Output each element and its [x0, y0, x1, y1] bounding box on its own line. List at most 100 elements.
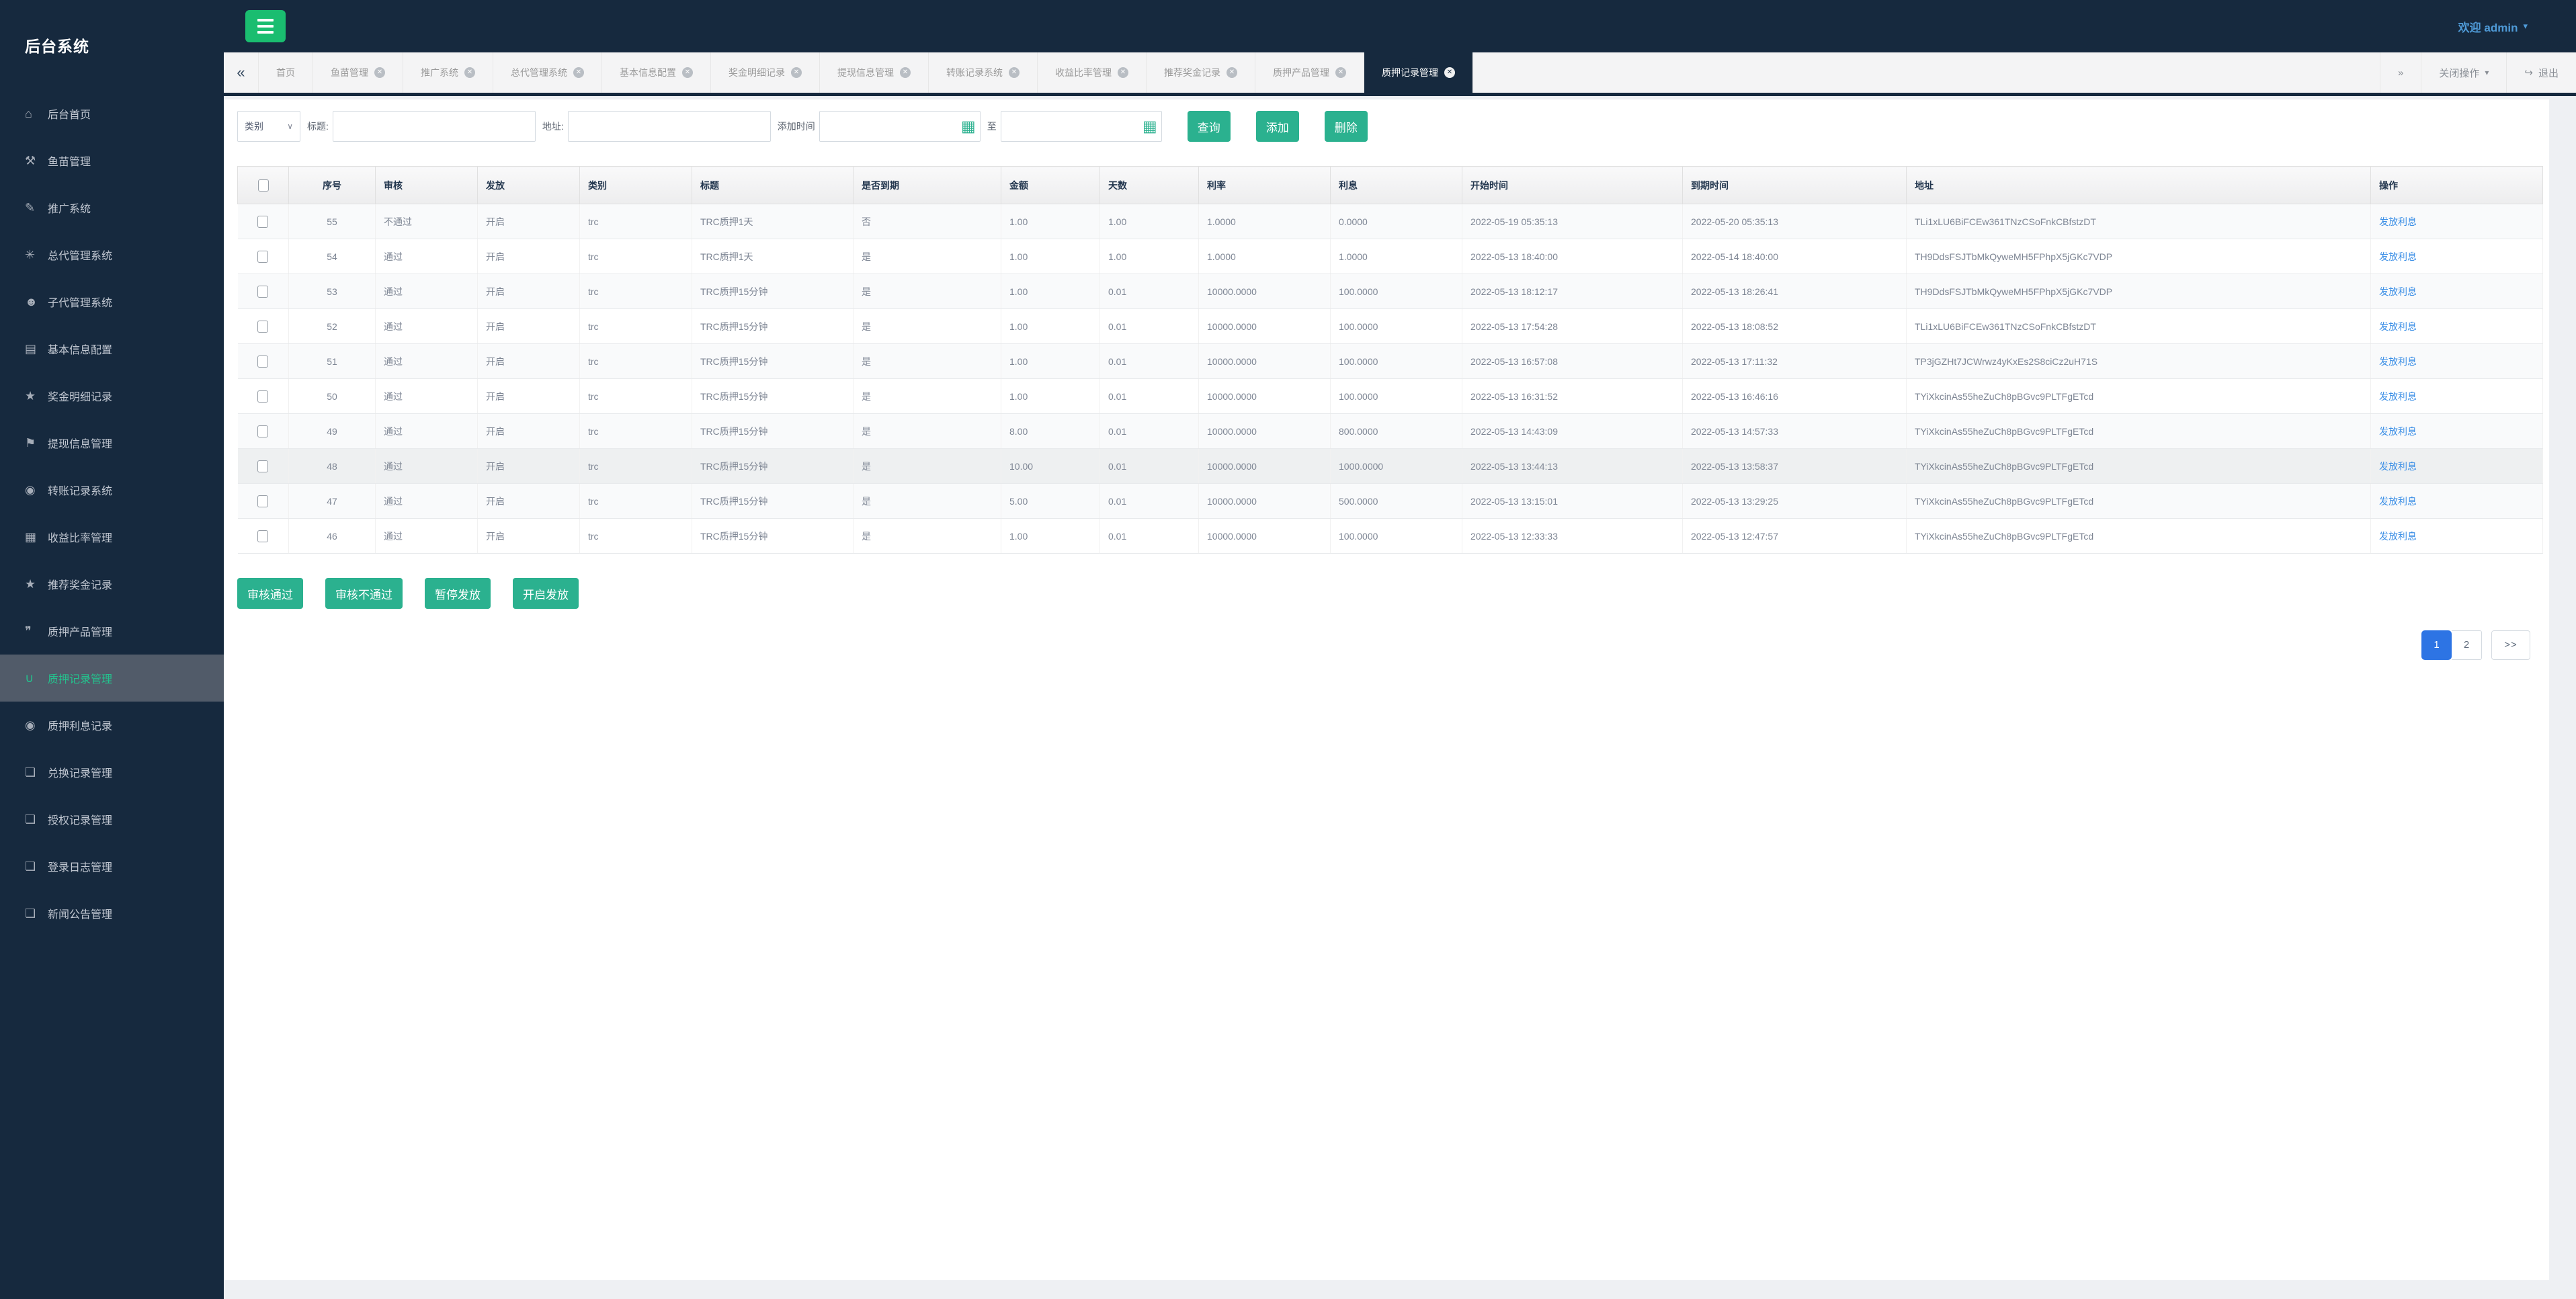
- close-operations-dropdown[interactable]: 关闭操作 ▾: [2421, 52, 2506, 93]
- add-button[interactable]: 添加: [1255, 111, 1299, 142]
- row-checkbox[interactable]: [257, 215, 269, 228]
- close-icon[interactable]: ✕: [1118, 67, 1128, 78]
- tabs-scroll-right-button[interactable]: »: [2380, 52, 2421, 93]
- address-filter-input[interactable]: [567, 111, 771, 142]
- cell: 通过: [375, 378, 478, 414]
- sidebar-item-15[interactable]: ❏ 授权记录管理: [0, 796, 224, 843]
- close-icon[interactable]: ✕: [900, 67, 911, 78]
- close-icon[interactable]: ✕: [1227, 67, 1237, 78]
- sidebar-item-13[interactable]: ◉ 质押利息记录: [0, 702, 224, 749]
- row-checkbox[interactable]: [257, 285, 269, 298]
- sidebar-item-14[interactable]: ❏ 兑换记录管理: [0, 749, 224, 796]
- grant-interest-link[interactable]: 发放利息: [2379, 216, 2417, 227]
- calendar-icon[interactable]: ▦: [961, 118, 976, 134]
- close-icon[interactable]: ✕: [464, 67, 475, 78]
- sidebar-item-3[interactable]: ✳ 总代管理系统: [0, 231, 224, 278]
- grant-interest-link[interactable]: 发放利息: [2379, 426, 2417, 437]
- sidebar-item-8[interactable]: ◉ 转账记录系统: [0, 466, 224, 513]
- page-button-2[interactable]: 2: [2452, 630, 2482, 660]
- cell: 1.00: [1001, 343, 1100, 379]
- row-checkbox[interactable]: [257, 460, 269, 472]
- category-select[interactable]: 类别 ∨: [237, 111, 300, 142]
- tab-7[interactable]: 转账记录系统 ✕: [929, 52, 1038, 93]
- logout-button[interactable]: ↪ 退出: [2506, 52, 2576, 93]
- cell: 2022-05-13 18:40:00: [1462, 239, 1683, 274]
- table-row: 47 通过 开启 trc TRC质押15分钟是 5.00 0.01 10000.0000 500…: [237, 483, 2543, 519]
- hamburger-menu-button[interactable]: [245, 10, 286, 42]
- close-icon[interactable]: ✕: [1009, 67, 1020, 78]
- tab-6[interactable]: 提现信息管理 ✕: [820, 52, 929, 93]
- date-to-input[interactable]: [1000, 111, 1162, 142]
- close-icon[interactable]: ✕: [374, 67, 385, 78]
- close-icon[interactable]: ✕: [682, 67, 693, 78]
- cell: TH9DdsFSJTbMkQyweMH5FPhpX5jGKc7VDP: [1906, 239, 2371, 274]
- sidebar-item-1[interactable]: ⚒ 鱼苗管理: [0, 137, 224, 184]
- cell: 50: [288, 378, 376, 414]
- sidebar-item-10[interactable]: ★ 推荐奖金记录: [0, 560, 224, 607]
- close-icon[interactable]: ✕: [573, 67, 584, 78]
- date-from-input[interactable]: [819, 111, 981, 142]
- sidebar-item-5[interactable]: ▤ 基本信息配置: [0, 325, 224, 372]
- grant-interest-link[interactable]: 发放利息: [2379, 321, 2417, 332]
- header-cell: 天数: [1099, 166, 1199, 204]
- close-icon[interactable]: ✕: [791, 67, 802, 78]
- row-checkbox[interactable]: [257, 320, 269, 333]
- grant-interest-link[interactable]: 发放利息: [2379, 356, 2417, 367]
- delete-button[interactable]: 删除: [1324, 111, 1368, 142]
- tab-9[interactable]: 推荐奖金记录 ✕: [1147, 52, 1255, 93]
- search-button[interactable]: 查询: [1187, 111, 1231, 142]
- tab-4[interactable]: 基本信息配置 ✕: [602, 52, 711, 93]
- grant-interest-link[interactable]: 发放利息: [2379, 251, 2417, 262]
- tab-1[interactable]: 鱼苗管理 ✕: [313, 52, 403, 93]
- user-menu[interactable]: 欢迎 admin ▾: [2458, 0, 2528, 52]
- calendar-icon[interactable]: ▦: [1142, 118, 1157, 134]
- page-button-1[interactable]: 1: [2421, 630, 2452, 660]
- row-checkbox[interactable]: [257, 390, 269, 403]
- tab-8[interactable]: 收益比率管理 ✕: [1038, 52, 1147, 93]
- cell: 8.00: [1001, 413, 1100, 449]
- sidebar-item-12[interactable]: ∪ 质押记录管理: [0, 655, 224, 702]
- tab-10[interactable]: 质押产品管理 ✕: [1255, 52, 1364, 93]
- sidebar-item-11[interactable]: ❞ 质押产品管理: [0, 607, 224, 655]
- next-page-button[interactable]: >>: [2491, 630, 2530, 660]
- title-filter-input[interactable]: [332, 111, 536, 142]
- cell: 0.01: [1099, 378, 1199, 414]
- tabs-scroll-left-button[interactable]: «: [224, 52, 259, 93]
- approve-button[interactable]: 审核通过: [237, 578, 303, 609]
- cell: trc: [579, 204, 692, 239]
- row-checkbox[interactable]: [257, 250, 269, 263]
- grant-interest-link[interactable]: 发放利息: [2379, 286, 2417, 297]
- cell: 2022-05-13 17:11:32: [1682, 343, 1907, 379]
- close-icon[interactable]: ✕: [1335, 67, 1346, 78]
- grant-interest-link[interactable]: 发放利息: [2379, 461, 2417, 472]
- tab-0[interactable]: 首页: [259, 52, 313, 93]
- tab-11[interactable]: 质押记录管理 ✕: [1364, 52, 1473, 93]
- row-checkbox[interactable]: [257, 425, 269, 437]
- row-checkbox[interactable]: [257, 355, 269, 368]
- cell: 100.0000: [1330, 343, 1462, 379]
- pause-grant-button[interactable]: 暂停发放: [425, 578, 491, 609]
- close-icon[interactable]: ✕: [1444, 67, 1455, 78]
- sidebar-item-17[interactable]: ❏ 新闻公告管理: [0, 890, 224, 937]
- sidebar-item-0[interactable]: ⌂ 后台首页: [0, 90, 224, 137]
- sidebar-item-7[interactable]: ⚑ 提现信息管理: [0, 419, 224, 466]
- sidebar-item-4[interactable]: ☻ 子代管理系统: [0, 278, 224, 325]
- tab-5[interactable]: 奖金明细记录 ✕: [711, 52, 820, 93]
- start-grant-button[interactable]: 开启发放: [513, 578, 579, 609]
- tab-3[interactable]: 总代管理系统 ✕: [493, 52, 602, 93]
- select-all-checkbox[interactable]: [257, 179, 269, 192]
- row-checkbox[interactable]: [257, 495, 269, 507]
- tab-2[interactable]: 推广系统 ✕: [403, 52, 493, 93]
- grant-interest-link[interactable]: 发放利息: [2379, 531, 2417, 542]
- reject-button[interactable]: 审核不通过: [325, 578, 403, 609]
- grant-interest-link[interactable]: 发放利息: [2379, 496, 2417, 507]
- cell: TYiXkcinAs55heZuCh8pBGvc9PLTFgETcd: [1906, 413, 2371, 449]
- cell: 是: [853, 239, 1001, 274]
- sidebar-item-2[interactable]: ✎ 推广系统: [0, 184, 224, 231]
- sidebar-item-16[interactable]: ❏ 登录日志管理: [0, 843, 224, 890]
- grant-interest-link[interactable]: 发放利息: [2379, 391, 2417, 402]
- sidebar-item-6[interactable]: ★ 奖金明细记录: [0, 372, 224, 419]
- sidebar-item-9[interactable]: ▦ 收益比率管理: [0, 513, 224, 560]
- cell: 2022-05-13 18:08:52: [1682, 308, 1907, 344]
- row-checkbox[interactable]: [257, 530, 269, 542]
